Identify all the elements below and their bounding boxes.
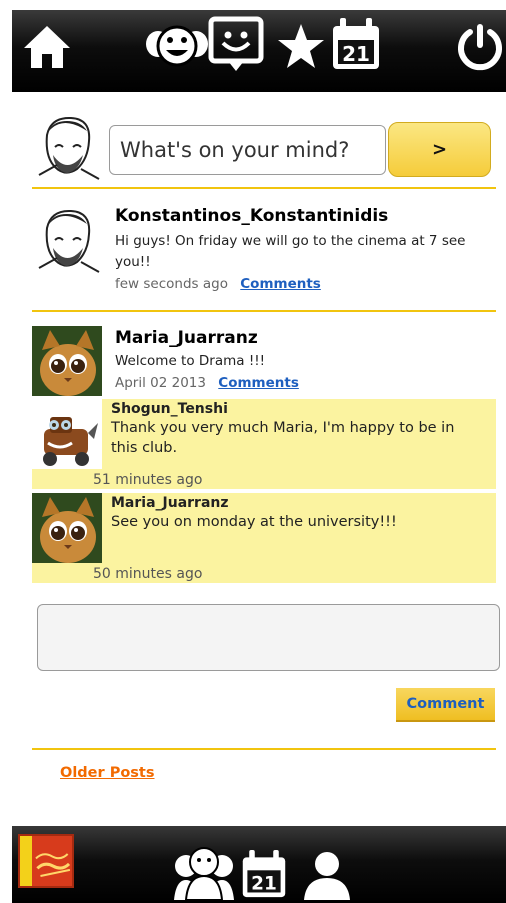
comment-text: Thank you very much Maria, I'm happy to … bbox=[111, 420, 455, 456]
profile-icon[interactable] bbox=[302, 850, 352, 900]
top-nav-bar: 21 bbox=[12, 10, 506, 92]
post-author-avatar bbox=[32, 326, 102, 396]
post-meta: few seconds ago Comments bbox=[115, 276, 321, 292]
home-icon[interactable] bbox=[22, 24, 72, 70]
post-time: few seconds ago bbox=[115, 276, 228, 292]
comment-input[interactable] bbox=[37, 604, 500, 671]
friends-icon[interactable] bbox=[144, 22, 210, 72]
divider bbox=[32, 310, 496, 312]
avatar bbox=[38, 116, 100, 180]
comment-author-avatar bbox=[32, 399, 102, 469]
divider bbox=[32, 748, 496, 750]
post-text: Welcome to Drama !!! bbox=[115, 353, 266, 369]
post-author-avatar bbox=[38, 209, 100, 273]
comment-text: See you on monday at the university!!! bbox=[111, 514, 397, 530]
post-author[interactable]: Maria_Juarranz bbox=[115, 328, 258, 348]
comment-button[interactable]: Comment bbox=[396, 688, 495, 722]
comment-author[interactable]: Shogun_Tenshi bbox=[111, 401, 228, 417]
bottom-nav-bar: 21 bbox=[12, 826, 506, 903]
calendar-icon[interactable]: 21 bbox=[330, 16, 382, 72]
post-time: April 02 2013 bbox=[115, 375, 206, 391]
older-posts-link[interactable]: Older Posts bbox=[60, 765, 155, 781]
messages-icon[interactable] bbox=[208, 16, 264, 74]
favorites-icon[interactable] bbox=[276, 22, 326, 70]
calendar-icon[interactable]: 21 bbox=[240, 848, 288, 900]
comments-link[interactable]: Comments bbox=[240, 276, 321, 292]
post-meta: April 02 2013 Comments bbox=[115, 375, 299, 391]
comment-time: 50 minutes ago bbox=[93, 566, 203, 582]
calendar-day: 21 bbox=[342, 42, 370, 66]
group-icon[interactable] bbox=[172, 844, 236, 900]
logo-stripe bbox=[20, 836, 32, 886]
calendar-day: 21 bbox=[251, 874, 277, 895]
logo-art bbox=[33, 846, 72, 884]
comment-item: Shogun_Tenshi Thank you very much Maria,… bbox=[32, 399, 496, 489]
club-logo[interactable] bbox=[18, 834, 74, 888]
post-status-button[interactable]: > bbox=[388, 122, 491, 177]
power-icon[interactable] bbox=[456, 22, 504, 74]
comment-author-avatar bbox=[32, 493, 102, 563]
comments-link[interactable]: Comments bbox=[218, 375, 299, 391]
comment-item: Maria_Juarranz See you on monday at the … bbox=[32, 493, 496, 583]
post-text: Hi guys! On friday we will go to the cin… bbox=[115, 233, 466, 270]
comment-author[interactable]: Maria_Juarranz bbox=[111, 495, 229, 511]
divider bbox=[32, 187, 496, 189]
status-input[interactable]: What's on your mind? bbox=[109, 125, 386, 175]
comment-time: 51 minutes ago bbox=[93, 472, 203, 488]
post-author[interactable]: Konstantinos_Konstantinidis bbox=[115, 206, 388, 226]
